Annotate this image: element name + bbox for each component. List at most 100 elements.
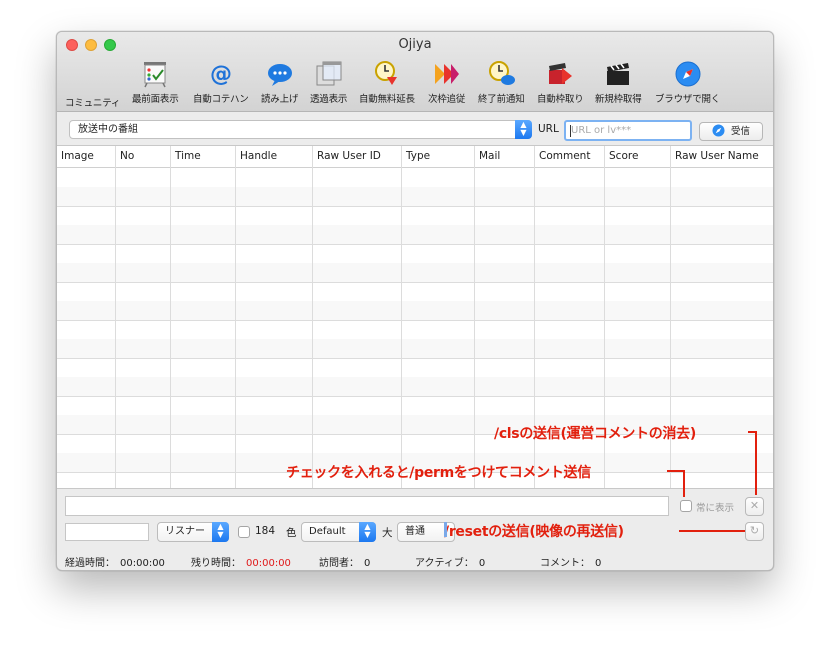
column-header[interactable]: Raw User Name (670, 146, 773, 167)
layered-windows-icon (316, 61, 342, 86)
clapper-arrow-icon (549, 63, 573, 84)
column-header[interactable]: Time (170, 146, 235, 167)
toolbar-auto-free-extend[interactable]: 自動無料延長 (359, 60, 415, 105)
url-input[interactable]: URL or lv*** (564, 120, 692, 141)
column-divider (115, 167, 116, 488)
always-show-checkbox[interactable] (680, 500, 692, 512)
toolbar-front[interactable]: 最前面表示 (132, 60, 179, 105)
url-label: URL (538, 123, 559, 135)
comment-input[interactable] (65, 496, 669, 516)
size-select-value: 普通 (405, 526, 425, 537)
toolbar-open-browser[interactable]: ブラウザで開く (655, 60, 720, 105)
table-row[interactable] (57, 339, 773, 359)
toolbar-end-notify-label: 終了前通知 (478, 94, 525, 105)
column-divider (474, 167, 475, 488)
status-elapsed-label: 経過時間： (65, 558, 115, 569)
table-row[interactable] (57, 187, 773, 207)
table-row[interactable] (57, 244, 773, 264)
column-header[interactable]: Raw User ID (312, 146, 401, 167)
column-header[interactable]: Mail (474, 146, 534, 167)
url-placeholder: URL or lv*** (571, 125, 632, 136)
compass-icon (712, 124, 725, 137)
checklist-board-icon (144, 62, 167, 88)
toolbar-end-notify[interactable]: 終了前通知 (478, 60, 525, 105)
always-show-label: 常に表示 (696, 503, 735, 514)
main-window: Ojiya コミュニティ 最前面表示 @ 自動コテハン 読み上げ 透過表示 自動… (56, 31, 774, 571)
annotation-cursor (444, 522, 447, 537)
broadcast-select-value: 放送中の番組 (78, 124, 138, 135)
toolbar-auto-kotehan[interactable]: @ 自動コテハン (193, 60, 249, 105)
toolbar-auto-record[interactable]: 自動枠取り (537, 60, 584, 105)
status-elapsed-value: 00:00:00 (120, 558, 165, 569)
annotation-perm: チェックを入れると/permをつけてコメント送信 (286, 465, 591, 481)
status-visitors: 訪問者： 0 (319, 554, 370, 569)
table-row[interactable] (57, 282, 773, 302)
receive-button[interactable]: 受信 (699, 122, 763, 141)
toolbar-new-frame-label: 新規枠取得 (595, 94, 642, 105)
table-row[interactable] (57, 168, 773, 188)
status-comments-label: コメント： (540, 558, 590, 569)
column-header[interactable]: No (115, 146, 170, 167)
chevron-updown-icon: ▲ ▼ (515, 120, 532, 139)
toolbar-next-frame[interactable]: 次枠追従 (428, 60, 465, 105)
window-title: Ojiya (398, 37, 432, 52)
toolbar-new-frame[interactable]: 新規枠取得 (595, 60, 642, 105)
annotation-reset: /resetの送信(映像の再送信) (444, 524, 624, 540)
at-sign-icon: @ (210, 62, 232, 87)
status-elapsed: 経過時間： 00:00:00 (65, 554, 165, 569)
toolbar-front-label: 最前面表示 (132, 94, 179, 105)
status-remaining: 残り時間： 00:00:00 (191, 554, 291, 569)
compass-icon (675, 61, 701, 87)
reset-button[interactable]: ↻ (745, 522, 764, 541)
refresh-icon: ↻ (749, 524, 760, 537)
color-select[interactable]: Default ▲ ▼ (301, 522, 376, 542)
table-row[interactable] (57, 206, 773, 226)
table-row[interactable] (57, 225, 773, 245)
status-comments: コメント： 0 (540, 554, 601, 569)
column-header[interactable]: Image (57, 146, 115, 167)
column-header[interactable]: Type (401, 146, 474, 167)
table-row[interactable] (57, 301, 773, 321)
role-select-value: リスナー (165, 526, 205, 537)
status-remaining-label: 残り時間： (191, 558, 241, 569)
close-icon: ✕ (749, 499, 760, 512)
speech-bubble-icon (267, 64, 292, 86)
chevron-updown-icon: ▲ ▼ (212, 522, 229, 542)
status-comments-value: 0 (595, 558, 602, 569)
toolbar-read-aloud[interactable]: 読み上げ (261, 60, 298, 105)
svg-text:@: @ (210, 62, 232, 87)
toolbar-transparent-label: 透過表示 (310, 94, 348, 105)
color-select-value: Default (309, 526, 346, 537)
table-row[interactable] (57, 358, 773, 378)
column-divider (401, 167, 402, 488)
clapperboard-icon (607, 63, 630, 85)
table-row[interactable] (57, 263, 773, 283)
table-row[interactable] (57, 320, 773, 340)
annotation-line (683, 470, 685, 497)
cls-button[interactable]: ✕ (745, 497, 764, 516)
clock-bubble-icon (489, 61, 516, 85)
anonymous-184-label: 184 (255, 525, 276, 537)
broadcast-select[interactable]: 放送中の番組 ▲ ▼ (69, 120, 532, 139)
toolbar-community-label: コミュニティ (65, 98, 121, 109)
handle-input[interactable] (65, 523, 149, 541)
status-remaining-value: 00:00:00 (246, 558, 291, 569)
table-row[interactable] (57, 396, 773, 416)
toolbar-transparent[interactable]: 透過表示 (310, 60, 347, 105)
role-select[interactable]: リスナー ▲ ▼ (157, 522, 229, 542)
status-active: アクティブ： 0 (415, 554, 485, 569)
toolbar-community[interactable]: コミュニティ (65, 92, 120, 109)
column-divider (312, 167, 313, 488)
toolbar-next-frame-label: 次枠追従 (428, 94, 466, 105)
column-header[interactable]: Comment (534, 146, 604, 167)
toolbar-auto-record-label: 自動枠取り (537, 94, 584, 105)
column-header[interactable]: Handle (235, 146, 312, 167)
anonymous-184-checkbox[interactable] (238, 526, 250, 538)
column-divider (235, 167, 236, 488)
column-header[interactable]: Score (604, 146, 670, 167)
column-divider (170, 167, 171, 488)
size-label: 大 (382, 527, 393, 539)
status-visitors-label: 訪問者： (319, 558, 359, 569)
toolbar-read-aloud-label: 読み上げ (261, 94, 299, 105)
table-row[interactable] (57, 377, 773, 397)
